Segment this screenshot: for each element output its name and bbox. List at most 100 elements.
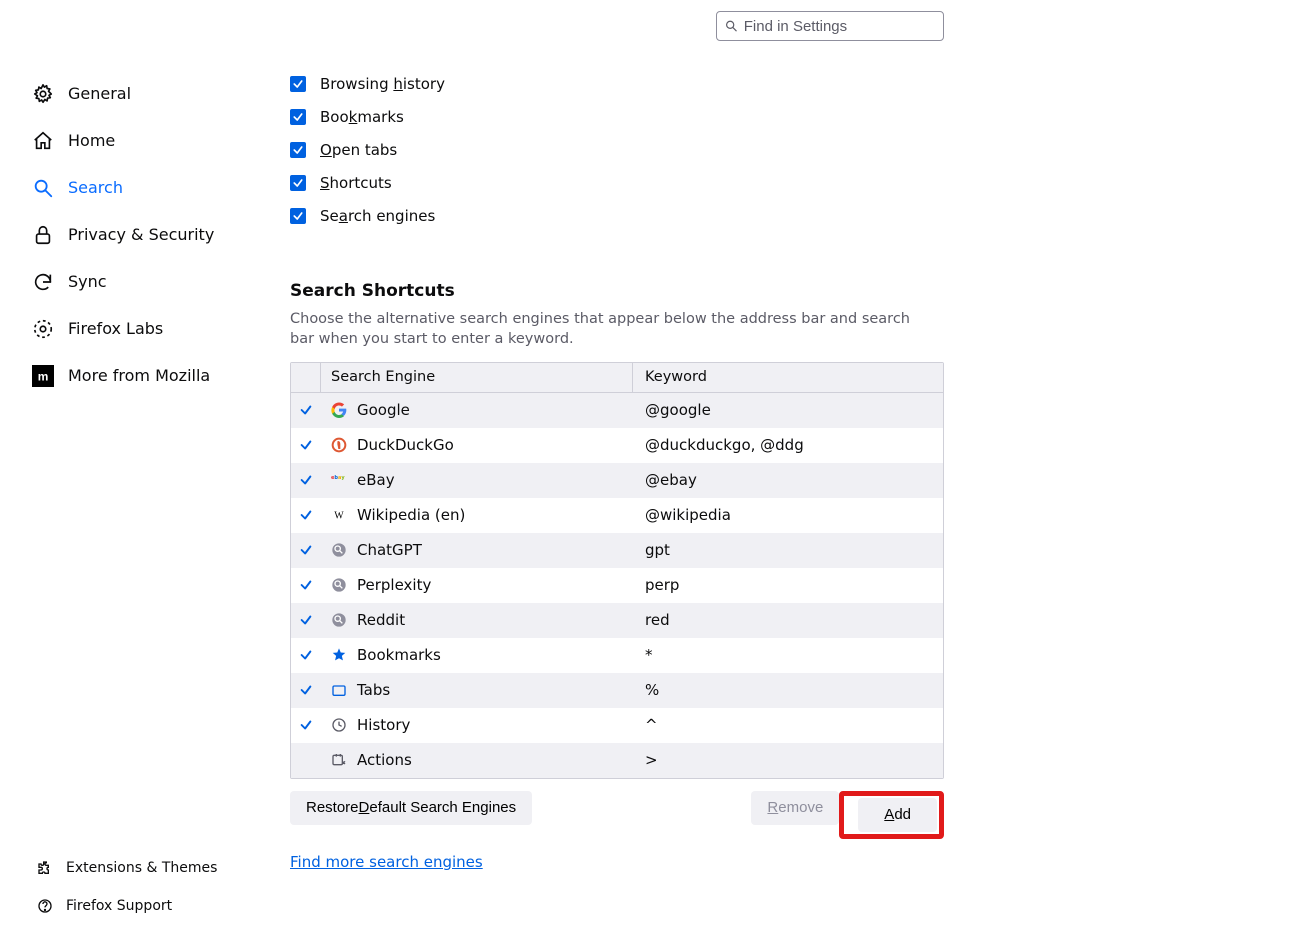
checkbox-label: Open tabs xyxy=(320,141,397,159)
sidebar-item-search[interactable]: Search xyxy=(32,164,262,211)
checkbox-browsing-history[interactable]: Browsing history xyxy=(290,75,944,93)
engine-keyword[interactable]: % xyxy=(633,673,943,708)
row-checkbox[interactable] xyxy=(291,603,321,638)
checkbox-open-tabs[interactable]: Open tabs xyxy=(290,141,944,159)
table-row[interactable]: Perplexityperp xyxy=(291,568,943,603)
table-row[interactable]: ebayeBay@ebay xyxy=(291,463,943,498)
puzzle-icon xyxy=(36,859,54,877)
labs-icon xyxy=(32,318,54,340)
engine-name: Google xyxy=(357,401,410,419)
sidebar-support[interactable]: Firefox Support xyxy=(36,887,266,925)
engine-keyword[interactable]: * xyxy=(633,638,943,673)
checked-icon xyxy=(299,473,313,487)
row-checkbox[interactable] xyxy=(291,498,321,533)
engine-name: Wikipedia (en) xyxy=(357,506,465,524)
table-row[interactable]: Tabs% xyxy=(291,673,943,708)
row-checkbox[interactable] xyxy=(291,743,321,778)
sidebar-item-general[interactable]: General xyxy=(32,70,262,117)
table-row[interactable]: Bookmarks* xyxy=(291,638,943,673)
table-row[interactable]: Google @google xyxy=(291,393,943,428)
settings-search-input[interactable] xyxy=(744,18,935,35)
engine-keyword[interactable]: gpt xyxy=(633,533,943,568)
engine-name: ChatGPT xyxy=(357,541,422,559)
engine-keyword[interactable]: > xyxy=(633,743,943,778)
engine-favicon xyxy=(331,717,347,733)
engine-keyword[interactable]: @duckduckgo, @ddg xyxy=(633,428,943,463)
sidebar-extensions[interactable]: Extensions & Themes xyxy=(36,849,266,887)
settings-search[interactable] xyxy=(716,11,944,41)
checkbox-bookmarks[interactable]: Bookmarks xyxy=(290,108,944,126)
engine-keyword[interactable]: @ebay xyxy=(633,463,943,498)
table-row[interactable]: Actions > xyxy=(291,743,943,778)
checkbox-label: Shortcuts xyxy=(320,174,392,192)
checkbox-label: Search engines xyxy=(320,207,435,225)
gear-icon xyxy=(32,83,54,105)
engine-favicon xyxy=(331,647,347,663)
checked-icon xyxy=(299,578,313,592)
sidebar-item-label: Privacy & Security xyxy=(68,225,214,244)
search-engine-table: Search Engine Keyword Google @googleDuckD… xyxy=(290,362,944,779)
row-checkbox[interactable] xyxy=(291,638,321,673)
checkbox-checked-icon xyxy=(290,76,306,92)
checked-icon xyxy=(299,403,313,417)
engine-keyword[interactable]: @wikipedia xyxy=(633,498,943,533)
magnify-icon xyxy=(32,177,54,199)
row-checkbox[interactable] xyxy=(291,533,321,568)
table-body: Google @googleDuckDuckGo@duckduckgo, @ddg… xyxy=(291,393,943,778)
checkbox-search-engines[interactable]: Search engines xyxy=(290,207,944,225)
sidebar-nav: General Home Search Privacy & Security S… xyxy=(32,70,262,399)
table-row[interactable]: History ^ xyxy=(291,708,943,743)
column-header-keyword[interactable]: Keyword xyxy=(633,363,943,392)
highlight-box: Add xyxy=(839,791,944,839)
add-button[interactable]: Add xyxy=(858,798,937,832)
sidebar-item-privacy[interactable]: Privacy & Security xyxy=(32,211,262,258)
engine-favicon xyxy=(331,577,347,593)
restore-defaults-button[interactable]: Restore Default Search Engines xyxy=(290,791,532,825)
table-row[interactable]: DuckDuckGo@duckduckgo, @ddg xyxy=(291,428,943,463)
section-description: Choose the alternative search engines th… xyxy=(290,309,930,350)
column-header-engine[interactable]: Search Engine xyxy=(321,363,633,392)
engine-favicon xyxy=(331,612,347,628)
sidebar-item-labs[interactable]: Firefox Labs xyxy=(32,305,262,352)
row-checkbox[interactable] xyxy=(291,568,321,603)
engine-favicon: ebay xyxy=(331,472,347,488)
table-row[interactable]: ChatGPT gpt xyxy=(291,533,943,568)
sidebar-bottom: Extensions & Themes Firefox Support xyxy=(36,849,266,925)
engine-favicon xyxy=(331,402,347,418)
sidebar-bottom-label: Firefox Support xyxy=(66,898,172,914)
row-checkbox[interactable] xyxy=(291,428,321,463)
svg-text:m: m xyxy=(38,369,49,383)
engine-keyword[interactable]: @google xyxy=(633,393,943,428)
section-title: Search Shortcuts xyxy=(290,281,944,301)
sidebar-item-sync[interactable]: Sync xyxy=(32,258,262,305)
sidebar-item-label: More from Mozilla xyxy=(68,366,210,385)
row-checkbox[interactable] xyxy=(291,673,321,708)
engine-keyword[interactable]: red xyxy=(633,603,943,638)
sidebar-item-mozilla[interactable]: m More from Mozilla xyxy=(32,352,262,399)
engine-keyword[interactable]: ^ xyxy=(633,708,943,743)
engine-name: Actions xyxy=(357,751,412,769)
checked-icon xyxy=(299,648,313,662)
engine-name: History xyxy=(357,716,410,734)
search-icon xyxy=(725,19,738,33)
table-buttons: Restore Default Search Engines Remove Ad… xyxy=(290,791,944,839)
find-more-link[interactable]: Find more search engines xyxy=(290,853,483,871)
checked-icon xyxy=(299,508,313,522)
table-header: Search Engine Keyword xyxy=(291,363,943,393)
row-checkbox[interactable] xyxy=(291,708,321,743)
engine-keyword[interactable]: perp xyxy=(633,568,943,603)
lock-icon xyxy=(32,224,54,246)
checkbox-label: Browsing history xyxy=(320,75,445,93)
checkbox-checked-icon xyxy=(290,208,306,224)
row-checkbox[interactable] xyxy=(291,463,321,498)
sidebar-item-home[interactable]: Home xyxy=(32,117,262,164)
row-checkbox[interactable] xyxy=(291,393,321,428)
checked-icon xyxy=(299,438,313,452)
checked-icon xyxy=(299,613,313,627)
checked-icon xyxy=(299,683,313,697)
table-row[interactable]: Redditred xyxy=(291,603,943,638)
table-row[interactable]: WWikipedia (en)@wikipedia xyxy=(291,498,943,533)
engine-favicon xyxy=(331,437,347,453)
checkbox-shortcuts[interactable]: Shortcuts xyxy=(290,174,944,192)
sync-icon xyxy=(32,271,54,293)
